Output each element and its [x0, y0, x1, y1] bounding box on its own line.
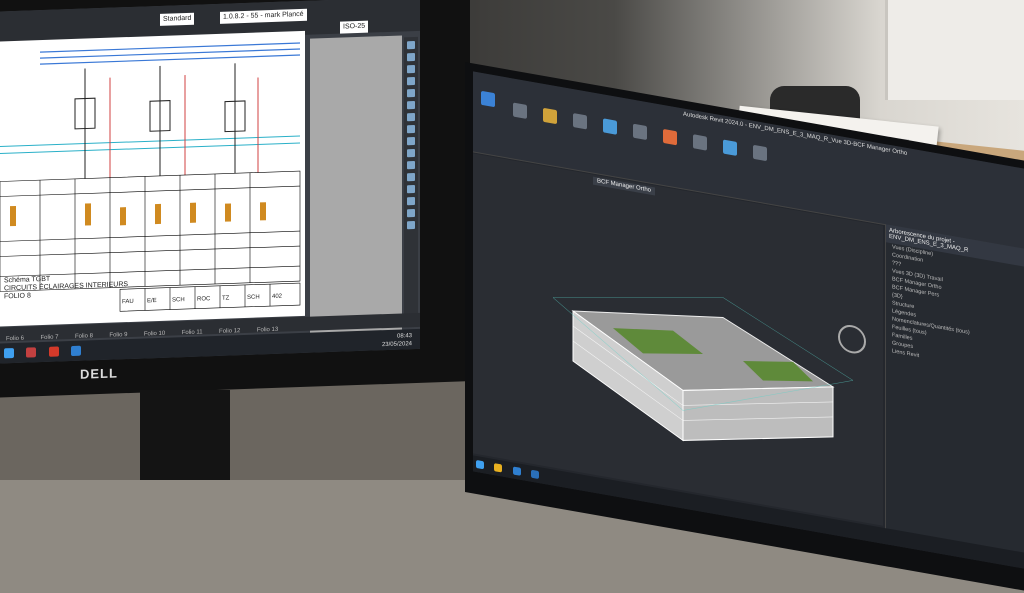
autocad-icon[interactable]: [26, 347, 37, 358]
tab-folio[interactable]: Folio 9: [109, 332, 127, 339]
style-field[interactable]: Standard: [160, 12, 195, 26]
cartouche-cell: TZ: [222, 295, 230, 302]
browser-icon[interactable]: [512, 466, 521, 476]
left-monitor-stand: [140, 390, 230, 480]
tab-folio[interactable]: Folio 8: [75, 333, 93, 340]
ribbon-tool-icon[interactable]: [513, 102, 527, 119]
ribbon-tool-icon[interactable]: [573, 113, 587, 130]
file-explorer-icon[interactable]: [494, 463, 503, 473]
file-field[interactable]: 1.0.8.2 - 55 - mark Plancé: [220, 8, 307, 24]
app-icon[interactable]: [71, 345, 82, 357]
revit-logo-icon[interactable]: [481, 90, 495, 108]
whiteboard: [885, 0, 1024, 100]
ribbon-tool-icon[interactable]: [663, 128, 677, 146]
clock-date: 23/05/2024: [381, 341, 412, 349]
model-space-panel: [310, 35, 402, 335]
dimstyle-field[interactable]: ISO-25: [340, 20, 369, 34]
draw-tool-column[interactable]: [404, 36, 418, 328]
tab-folio[interactable]: Folio 6: [6, 336, 24, 343]
taskbar-clock[interactable]: 08:43 23/05/2024: [382, 332, 412, 349]
ribbon-tool-icon[interactable]: [543, 107, 557, 125]
ribbon-tool-icon[interactable]: [693, 134, 707, 151]
electrical-schematic-sheet: Schéma TGBT CIRCUITS ÉCLAIRAGES INTERIEU…: [0, 30, 305, 327]
left-monitor: Standard 1.0.8.2 - 55 - mark Plancé ISO-…: [0, 0, 470, 399]
cartouche-cell: E/E: [147, 298, 157, 305]
tab-folio[interactable]: Folio 11: [182, 329, 203, 336]
tab-folio[interactable]: Folio 7: [40, 334, 58, 341]
project-browser: Arborescence du projet - ENV_DM_ENS_E_3_…: [885, 224, 1024, 560]
acrobat-icon[interactable]: [48, 346, 59, 357]
tab-folio[interactable]: Folio 12: [219, 328, 240, 335]
tab-folio[interactable]: Folio 13: [257, 327, 278, 334]
windows-start-icon[interactable]: [476, 459, 484, 470]
cartouche-cell: SCH: [247, 294, 260, 301]
right-screen: Autodesk Revit 2024.0 - ENV_DM_ENS_E_3_M…: [473, 71, 1024, 570]
ribbon-tool-icon[interactable]: [723, 139, 737, 156]
tab-folio[interactable]: Folio 10: [144, 331, 165, 338]
windows-start-icon[interactable]: [4, 348, 14, 359]
revit-taskbar-icon[interactable]: [531, 469, 540, 480]
3d-building-model: [553, 297, 853, 442]
ribbon-tool-icon[interactable]: [633, 123, 647, 141]
left-screen: Standard 1.0.8.2 - 55 - mark Plancé ISO-…: [0, 0, 420, 364]
cartouche-cell: 402: [272, 293, 283, 301]
ribbon-tool-icon[interactable]: [603, 118, 617, 135]
ribbon-tool-icon[interactable]: [753, 144, 767, 162]
monitor-brand-logo: DELL: [80, 365, 118, 382]
cartouche-cell: FAU: [122, 298, 134, 306]
cartouche-cell: SCH: [172, 297, 185, 304]
cartouche-cell: ROC: [197, 296, 211, 303]
